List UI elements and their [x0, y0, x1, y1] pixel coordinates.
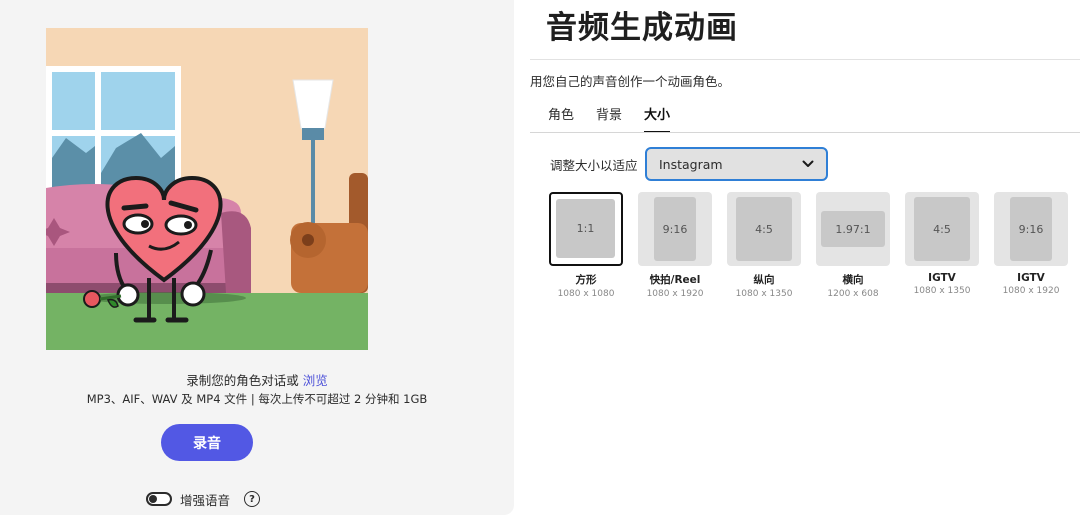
upload-prompt-text: 录制您的角色对话或 [186, 373, 299, 388]
help-icon[interactable]: ? [244, 491, 261, 507]
ratio-size: 1080 x 1350 [913, 286, 971, 296]
preview-panel: 录制您的角色对话或 浏览 MP3、AIF、WAV 及 MP4 文件 | 每次上传… [0, 0, 514, 515]
ratio-preview: 1:1 [556, 199, 615, 258]
ratio-size: 1080 x 1920 [1002, 286, 1060, 296]
page-subtitle: 用您自己的声音创作一个动画角色。 [530, 74, 731, 89]
ratio-name: 横向 [842, 274, 864, 286]
page-title: 音频生成动画 [546, 10, 738, 46]
ratio-name: 纵向 [753, 274, 775, 286]
platform-select[interactable]: Instagram [645, 147, 828, 181]
ratio-grid: 1:1 方形 1080 x 1080 9:16 快拍/Reel 1080 x 1… [549, 192, 1080, 312]
ratio-frame: 9:16 [994, 192, 1068, 266]
ratio-option-square[interactable]: 1:1 方形 1080 x 1080 [549, 192, 623, 299]
ratio-frame: 1:1 [549, 192, 623, 266]
ratio-name: IGTV [928, 272, 956, 284]
ratio-option-portrait[interactable]: 4:5 纵向 1080 x 1350 [727, 192, 801, 299]
toggle-knob [149, 495, 157, 503]
ratio-preview: 9:16 [1010, 197, 1052, 261]
ratio-size: 1200 x 608 [827, 289, 879, 299]
browse-link[interactable]: 浏览 [303, 373, 328, 388]
ratio-option-story-reel[interactable]: 9:16 快拍/Reel 1080 x 1920 [638, 192, 712, 299]
ratio-preview: 4:5 [914, 197, 970, 261]
tab-background[interactable]: 背景 [596, 104, 622, 133]
tab-size[interactable]: 大小 [644, 104, 671, 133]
enhance-speech-label: 增强语音 [180, 492, 231, 508]
divider [530, 59, 1080, 60]
ratio-name: 快拍/Reel [649, 274, 701, 286]
enhance-speech-row: 增强语音 ? [146, 489, 261, 509]
ratio-frame: 9:16 [638, 192, 712, 266]
ratio-frame: 4:5 [727, 192, 801, 266]
ratio-preview: 4:5 [736, 197, 792, 261]
chevron-down-icon [802, 160, 814, 167]
enhance-speech-toggle[interactable] [146, 492, 172, 506]
ratio-frame: 4:5 [905, 192, 979, 266]
ratio-size: 1080 x 1920 [646, 289, 704, 299]
character-preview [46, 28, 368, 350]
resize-label: 调整大小以适应 [550, 158, 638, 173]
ratio-preview: 9:16 [654, 197, 696, 261]
tab-character[interactable]: 角色 [548, 104, 574, 133]
platform-select-value: Instagram [659, 156, 723, 172]
upload-prompt: 录制您的角色对话或 浏览 [0, 370, 514, 389]
tab-bar: 角色 背景 大小 [548, 104, 671, 133]
ratio-size: 1080 x 1080 [557, 289, 615, 299]
ratio-name: 方形 [575, 274, 597, 286]
ratio-option-landscape[interactable]: 1.97:1 横向 1200 x 608 [816, 192, 890, 299]
ratio-size: 1080 x 1350 [735, 289, 793, 299]
ratio-preview: 1.97:1 [821, 211, 885, 247]
ratio-frame: 1.97:1 [816, 192, 890, 266]
ratio-option-igtv-vertical[interactable]: 9:16 IGTV 1080 x 1920 [994, 192, 1068, 296]
upload-formats: MP3、AIF、WAV 及 MP4 文件 | 每次上传不可超过 2 分钟和 1G… [86, 392, 428, 406]
ratio-option-igtv-portrait[interactable]: 4:5 IGTV 1080 x 1350 [905, 192, 979, 296]
record-button[interactable]: 录音 [161, 424, 253, 461]
ratio-name: IGTV [1017, 272, 1045, 284]
tab-divider [530, 132, 1080, 133]
